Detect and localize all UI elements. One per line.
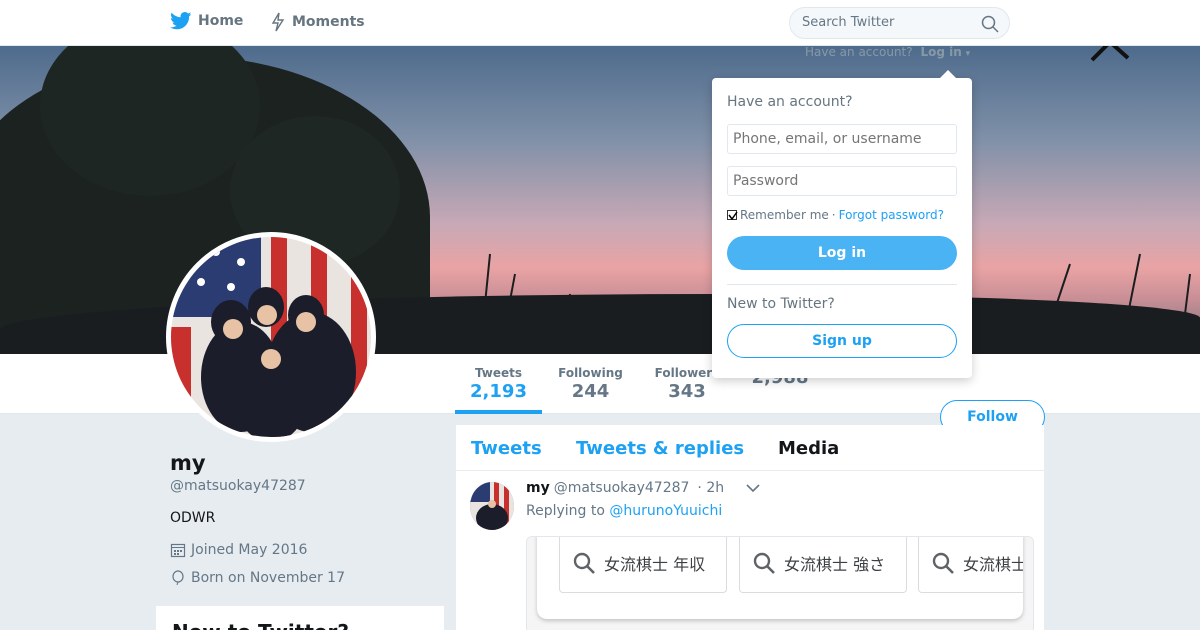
search-icon bbox=[981, 15, 999, 33]
banner-leaves bbox=[1090, 46, 1130, 62]
search-icon bbox=[573, 552, 595, 574]
nav-moments-label: Moments bbox=[292, 14, 365, 30]
tab-tweets[interactable]: Tweets bbox=[471, 438, 542, 459]
profile-handle: @matsuokay47287 bbox=[170, 478, 306, 494]
media-screenshot: 女流棋士 年収 女流棋士 強さ 女流棋士 bbox=[537, 537, 1023, 619]
stat-active-underline bbox=[455, 410, 542, 414]
new-to-twitter-prompt: New to Twitter? bbox=[727, 296, 835, 312]
username-field[interactable] bbox=[727, 124, 957, 154]
login-hint-link[interactable]: Log in bbox=[920, 45, 961, 59]
search-suggestion-chip: 女流棋士 年収 bbox=[559, 537, 727, 593]
remember-row: Remember me · Forgot password? bbox=[727, 208, 944, 222]
tab-media[interactable]: Media bbox=[778, 438, 839, 459]
profile-bio: ODWR bbox=[170, 510, 216, 526]
profile-joined-text: Joined May 2016 bbox=[191, 542, 308, 558]
profile-joined: Joined May 2016 bbox=[170, 542, 307, 558]
stat-followers[interactable]: Followers 343 bbox=[654, 366, 720, 402]
timeline-tabs: Tweets Tweets & replies Media bbox=[456, 425, 1044, 471]
search-suggestion-chip: 女流棋士 強さ bbox=[739, 537, 907, 593]
search-suggestion-chip: 女流棋士 bbox=[918, 537, 1023, 593]
tweet-avatar[interactable] bbox=[470, 482, 514, 530]
search-input[interactable]: Search Twitter bbox=[789, 7, 1010, 39]
profile-name: my bbox=[170, 451, 206, 475]
tweet-avatar-image bbox=[470, 482, 514, 530]
login-button[interactable]: Log in bbox=[727, 236, 957, 270]
tweet-author-name[interactable]: my bbox=[526, 480, 550, 496]
dropdown-title: Have an account? bbox=[727, 94, 853, 110]
nav-home[interactable]: Home bbox=[170, 12, 243, 30]
stat-value: 244 bbox=[571, 381, 610, 402]
stat-label: Followers bbox=[654, 366, 720, 380]
signup-button[interactable]: Sign up bbox=[727, 324, 957, 358]
stat-tweets[interactable]: Tweets 2,193 bbox=[470, 366, 527, 402]
profile-born-text: Born on November 17 bbox=[191, 570, 345, 586]
tweet-time[interactable]: · 2h bbox=[697, 480, 724, 496]
lightning-icon bbox=[271, 12, 285, 32]
profile-avatar[interactable] bbox=[166, 232, 376, 442]
profile-born: Born on November 17 bbox=[170, 570, 345, 586]
stat-label: Following bbox=[558, 366, 623, 380]
top-navigation: Home Moments Search Twitter bbox=[0, 0, 1200, 46]
chip-label: 女流棋士 年収 bbox=[604, 554, 706, 574]
remember-label[interactable]: Remember me bbox=[740, 208, 829, 222]
tweet-replying-to: Replying to @hurunoYuuichi bbox=[526, 503, 722, 519]
checkmark-icon bbox=[728, 211, 738, 221]
calendar-icon bbox=[170, 543, 186, 558]
login-dropdown: Have an account? Remember me · Forgot pa… bbox=[712, 70, 972, 378]
search-icon bbox=[932, 552, 954, 574]
login-hint-question: Have an account? bbox=[805, 45, 913, 59]
dropdown-divider bbox=[727, 284, 957, 285]
replying-to-link[interactable]: @hurunoYuuichi bbox=[609, 503, 722, 519]
tab-tweets-replies[interactable]: Tweets & replies bbox=[576, 438, 744, 459]
stat-following[interactable]: Following 244 bbox=[557, 366, 624, 402]
tweet-media[interactable]: 女流棋士 年収 女流棋士 強さ 女流棋士 bbox=[526, 536, 1034, 630]
search-placeholder: Search Twitter bbox=[802, 15, 895, 30]
chevron-down-icon[interactable] bbox=[746, 483, 760, 493]
password-field[interactable] bbox=[727, 166, 957, 196]
remember-checkbox[interactable] bbox=[727, 210, 738, 221]
stat-value: 2,193 bbox=[470, 381, 527, 402]
replying-prefix: Replying to bbox=[526, 503, 605, 519]
chip-label: 女流棋士 bbox=[963, 554, 1023, 574]
stat-value: 343 bbox=[668, 381, 706, 402]
chip-label: 女流棋士 強さ bbox=[784, 554, 886, 574]
new-card-title: New to Twitter? bbox=[172, 620, 349, 630]
new-to-twitter-card: New to Twitter? bbox=[156, 606, 444, 630]
tweet-header: my @matsuokay47287 · 2h bbox=[526, 480, 760, 496]
forgot-password-link[interactable]: Forgot password? bbox=[839, 208, 944, 222]
caret-down-icon: ▾ bbox=[965, 49, 971, 59]
stat-label: Tweets bbox=[474, 366, 523, 380]
twitter-bird-icon bbox=[170, 12, 192, 30]
tweet-author-handle[interactable]: @matsuokay47287 bbox=[554, 480, 690, 496]
login-hint[interactable]: Have an account? Log in ▾ bbox=[805, 45, 970, 59]
search-icon bbox=[753, 552, 775, 574]
remember-separator: · bbox=[831, 208, 836, 222]
nav-moments[interactable]: Moments bbox=[270, 12, 365, 32]
timeline: Tweets Tweets & replies Media my @matsuo… bbox=[456, 425, 1044, 630]
balloon-icon bbox=[172, 570, 184, 586]
avatar-image bbox=[171, 237, 371, 437]
nav-home-label: Home bbox=[198, 13, 244, 29]
